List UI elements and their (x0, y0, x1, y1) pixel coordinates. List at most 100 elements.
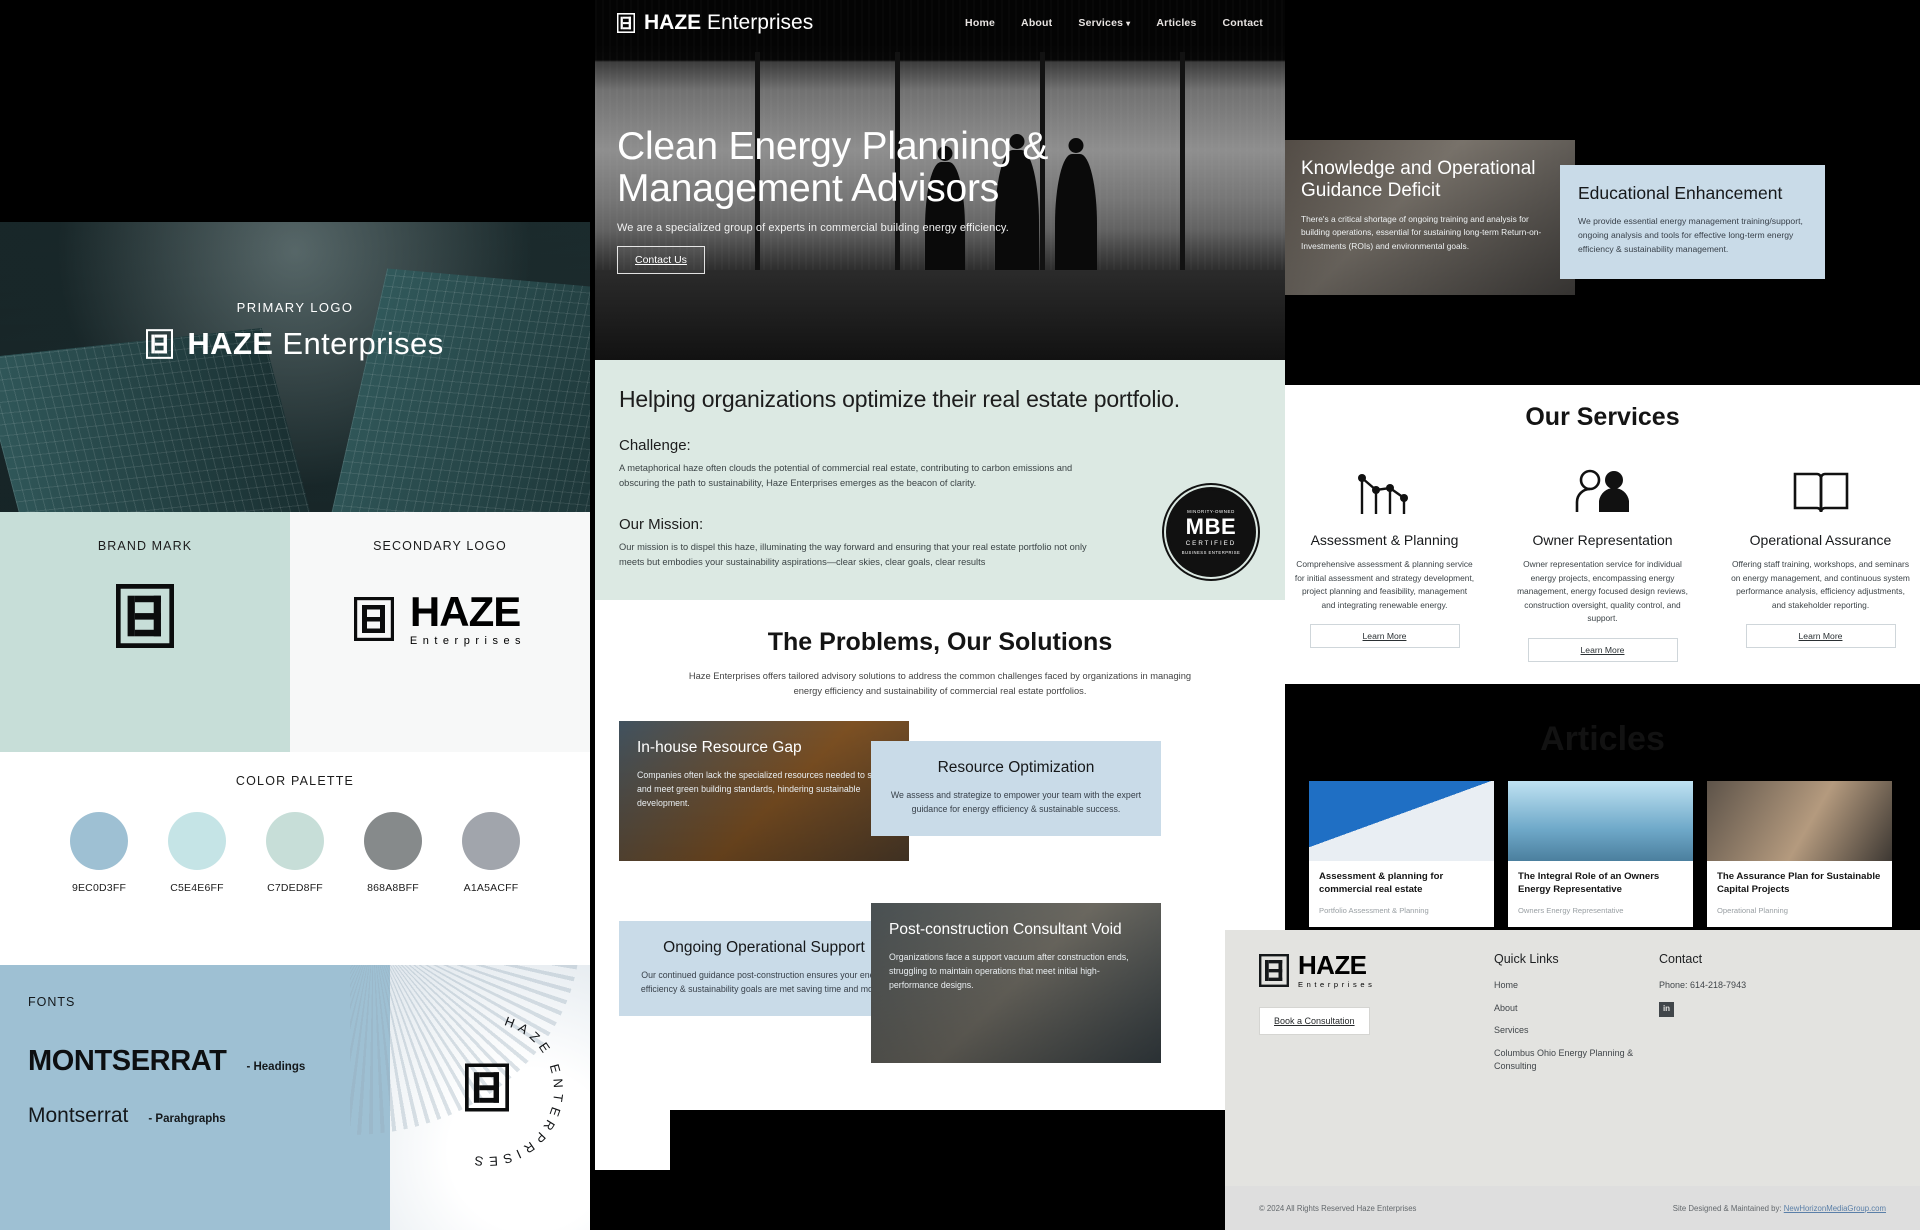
nav-link-services[interactable]: Services ▾ (1078, 17, 1130, 29)
service-card-owner-rep: Owner Representation Owner representatio… (1513, 458, 1693, 663)
hero-floor (595, 270, 1285, 360)
problems-section: The Problems, Our Solutions Haze Enterpr… (595, 600, 1285, 1064)
nav-link-about[interactable]: About (1021, 17, 1052, 29)
haze-monogram-icon (146, 329, 174, 359)
swatch-code-4: 868A8BFF (367, 882, 419, 894)
problem-row-2: Ongoing Operational Support Our continue… (619, 903, 1261, 1064)
footer-credit-link[interactable]: NewHorizonMediaGroup.com (1784, 1204, 1886, 1213)
nav-link-home[interactable]: Home (965, 17, 995, 29)
article-body-3: The Assurance Plan for Sustainable Capit… (1707, 861, 1892, 927)
article-tag-1: Portfolio Assessment & Planning (1319, 905, 1429, 915)
nav-link-contact[interactable]: Contact (1223, 17, 1263, 29)
primary-logo-hero: PRIMARY LOGO HAZE Enterprises (0, 222, 590, 512)
article-card-2[interactable]: The Integral Role of an Owners Energy Re… (1508, 781, 1693, 927)
footer-link-services[interactable]: Services (1494, 1024, 1659, 1038)
haze-monogram-icon (353, 597, 394, 642)
article-card-3[interactable]: The Assurance Plan for Sustainable Capit… (1707, 781, 1892, 927)
navbar-wordmark: HAZE Enterprises (644, 11, 813, 35)
learn-more-button-owner-rep[interactable]: Learn More (1527, 638, 1678, 663)
chevron-down-icon: ▾ (1126, 19, 1131, 28)
article-thumbnail-2 (1508, 781, 1693, 861)
knowledge-deficit-card: Knowledge and Operational Guidance Defic… (1285, 140, 1575, 295)
footer-credit-prefix: Site Designed & Maintained by: (1672, 1203, 1782, 1213)
linkedin-icon[interactable]: in (1659, 1001, 1674, 1017)
problems-title: The Problems, Our Solutions (767, 628, 1113, 657)
paragraph-font-row: Montserrat - Parahgraphs (28, 1104, 226, 1128)
article-tag-3: Operational Planning (1717, 905, 1788, 915)
service-text-assessment: Comprehensive assessment & planning serv… (1294, 559, 1475, 610)
mbe-badge-main: MBE (1185, 514, 1237, 540)
service-title-assessment: Assessment & Planning (1310, 532, 1459, 548)
problem-text-2: Organizations face a support vacuum afte… (889, 951, 1129, 990)
secondary-logo-cell: SECONDARY LOGO HAZE Enterprises (290, 512, 590, 752)
swatch-dot-2 (168, 812, 226, 870)
mbe-certified-badge-icon: MINORITY-OWNED MBE CERTIFIED BUSINESS EN… (1169, 490, 1253, 575)
primary-logo-label: PRIMARY LOGO (236, 300, 354, 315)
contact-title: Contact (1659, 952, 1703, 966)
brand-mark-and-secondary-row: BRAND MARK SECONDARY LOGO HAZE Enterpris… (0, 512, 590, 752)
color-swatch: C7DED8FF (266, 812, 324, 894)
service-title-operational: Operational Assurance (1749, 532, 1892, 548)
mission-title: Helping organizations optimize their rea… (619, 386, 1180, 412)
problem-row-1: In-house Resource Gap Companies often la… (619, 721, 1261, 881)
article-card-1[interactable]: Assessment & planning for commercial rea… (1309, 781, 1494, 927)
problem-heading-1: In-house Resource Gap (637, 739, 802, 757)
navbar-links: Home About Services ▾ Articles Contact (965, 17, 1263, 29)
paragraph-font-note: - Parahgraphs (148, 1113, 226, 1125)
article-heading-1: Assessment & planning for commercial rea… (1319, 871, 1444, 895)
nav-link-services-label: Services (1078, 17, 1124, 29)
article-body-1: Assessment & planning for commercial rea… (1309, 861, 1494, 927)
service-card-operational: Operational Assurance Offering staff tra… (1731, 458, 1911, 662)
footer-link-about[interactable]: About (1494, 1002, 1659, 1016)
navbar-logo[interactable]: HAZE Enterprises (617, 11, 813, 35)
educational-enhancement-text: We provide essential energy management t… (1578, 216, 1803, 254)
wordmark-bold: HAZE (187, 326, 274, 361)
heading-font-note: - Headings (246, 1061, 306, 1073)
article-tag-2: Owners Energy Representative (1518, 905, 1624, 915)
fonts-label: FONTS (28, 995, 76, 1009)
challenge-label: Challenge: (619, 437, 691, 454)
color-swatch: A1A5ACFF (462, 812, 520, 894)
article-thumbnail-3 (1707, 781, 1892, 861)
secondary-logo-lockup: HAZE Enterprises (290, 591, 590, 647)
solution-heading-2: Ongoing Operational Support (663, 939, 865, 957)
color-swatch: 868A8BFF (364, 812, 422, 894)
site-navbar: HAZE Enterprises Home About Services ▾ Ar… (595, 0, 1285, 46)
services-row: Assessment & Planning Comprehensive asse… (1285, 458, 1920, 663)
footer-word-main: HAZE (1298, 950, 1367, 980)
swatch-dot-3 (266, 812, 324, 870)
articles-section: Articles Assessment & planning for comme… (1285, 720, 1920, 927)
color-palette-block: COLOR PALETTE 9EC0D3FF C5E4E6FF C7DED8FF… (0, 752, 590, 965)
service-text-owner-rep: Owner representation service for individ… (1517, 559, 1688, 624)
solution-text-1: We assess and strategize to empower your… (890, 789, 1142, 814)
mockup-bottom-bar (670, 1110, 1285, 1170)
articles-title: Articles (1540, 720, 1665, 758)
primary-logo-lockup: HAZE Enterprises (0, 326, 590, 362)
footer-link-home[interactable]: Home (1494, 979, 1659, 993)
primary-wordmark: HAZE Enterprises (187, 326, 443, 362)
book-icon (1731, 458, 1911, 520)
footer-quick-links-column: Quick Links Home About Services Columbus… (1494, 952, 1659, 1083)
color-swatch: C5E4E6FF (168, 812, 226, 894)
footer-bottom-bar: © 2024 All Rights Reserved Haze Enterpri… (1225, 1186, 1920, 1230)
problem-photo-2: Post-construction Consultant Void Organi… (871, 903, 1161, 1064)
solution-card-2: Ongoing Operational Support Our continue… (619, 921, 909, 1016)
nav-link-articles[interactable]: Articles (1156, 17, 1196, 29)
color-palette-title: COLOR PALETTE (235, 774, 355, 788)
footer-credit: Site Designed & Maintained by: NewHorizo… (1673, 1204, 1886, 1213)
contact-us-button[interactable]: Contact Us (617, 246, 705, 274)
footer-link-columbus[interactable]: Columbus Ohio Energy Planning & Consulti… (1494, 1047, 1659, 1074)
window-mullion (1180, 52, 1185, 270)
brand-guidelines-panel: PRIMARY LOGO HAZE Enterprises BRAND MARK… (0, 222, 590, 1230)
mission-section: Helping organizations optimize their rea… (595, 360, 1285, 601)
book-consultation-button[interactable]: Book a Consultation (1259, 1007, 1370, 1035)
haze-monogram-icon (617, 13, 635, 33)
swatch-code-3: C7DED8FF (267, 882, 323, 894)
problems-subtitle: Haze Enterprises offers tailored advisor… (688, 671, 1192, 697)
learn-more-button-assessment[interactable]: Learn More (1309, 624, 1460, 649)
articles-row: Assessment & planning for commercial rea… (1285, 781, 1920, 927)
mbe-badge-bottom: BUSINESS ENTERPRISE (1181, 550, 1241, 556)
service-title-owner-rep: Owner Representation (1532, 532, 1673, 548)
learn-more-button-operational[interactable]: Learn More (1745, 624, 1896, 649)
line-chart-icon (1295, 458, 1475, 520)
